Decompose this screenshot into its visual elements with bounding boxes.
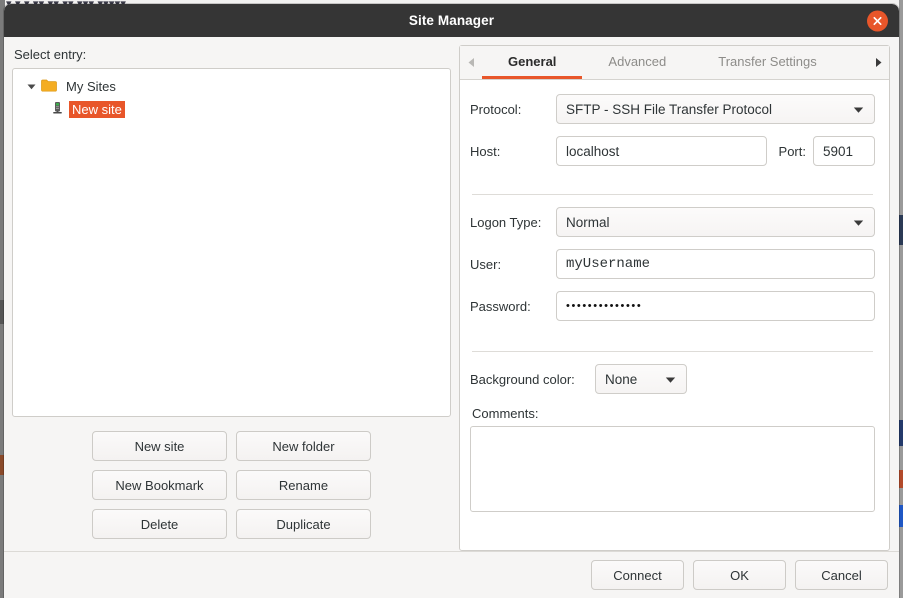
logon-type-select[interactable]: Normal — [556, 207, 875, 237]
user-row: User: — [470, 249, 875, 279]
right-pane: General Advanced Transfer Settings Proto… — [459, 45, 890, 551]
background-window-fleck — [899, 470, 903, 488]
host-row: Host: Port: — [470, 136, 875, 166]
server-icon — [51, 101, 64, 119]
tab-bar: General Advanced Transfer Settings — [460, 46, 889, 80]
chevron-down-icon — [665, 372, 676, 387]
rename-button[interactable]: Rename — [236, 470, 371, 500]
chevron-down-icon — [853, 215, 864, 230]
tree-item-label: New site — [69, 101, 125, 118]
new-site-button[interactable]: New site — [92, 431, 227, 461]
host-label: Host: — [470, 143, 501, 159]
tab-transfer-settings[interactable]: Transfer Settings — [692, 46, 843, 79]
background-window-fleck — [899, 505, 903, 527]
ok-button[interactable]: OK — [693, 560, 786, 590]
left-pane: Select entry: My Sites New site New site… — [4, 37, 459, 551]
port-label: Port: — [778, 143, 806, 159]
tab-general[interactable]: General — [482, 46, 583, 79]
tab-advanced[interactable]: Advanced — [582, 46, 692, 79]
user-input[interactable] — [556, 249, 875, 279]
tree-action-buttons: New site New folder New Bookmark Rename … — [12, 431, 451, 539]
protocol-label: Protocol: — [470, 101, 522, 117]
connect-button[interactable]: Connect — [591, 560, 684, 590]
tab-list: General Advanced Transfer Settings — [482, 46, 867, 79]
chevron-down-icon — [853, 102, 864, 117]
background-color-select[interactable]: None — [595, 364, 687, 394]
tree-item-my-sites[interactable]: My Sites — [13, 75, 450, 98]
background-color-label: Background color: — [470, 371, 575, 387]
close-icon[interactable] — [867, 10, 888, 31]
triangle-right-icon[interactable] — [867, 46, 889, 79]
dialog-titlebar[interactable]: Site Manager — [4, 4, 899, 37]
background-window-fleck — [899, 215, 903, 245]
logon-type-select-value: Normal — [566, 214, 610, 230]
password-input[interactable] — [556, 291, 875, 321]
cancel-button[interactable]: Cancel — [795, 560, 888, 590]
logon-type-label: Logon Type: — [470, 214, 542, 230]
chevron-down-icon[interactable] — [23, 81, 39, 92]
form-separator-1 — [472, 194, 873, 195]
dialog-footer: Connect OK Cancel — [4, 551, 899, 598]
dialog-title: Site Manager — [408, 13, 495, 28]
protocol-row: Protocol: SFTP - SSH File Transfer Proto… — [470, 94, 875, 124]
protocol-select-value: SFTP - SSH File Transfer Protocol — [566, 101, 773, 117]
password-row: Password: — [470, 291, 875, 321]
folder-icon — [41, 79, 57, 95]
comments-label: Comments: — [472, 406, 539, 421]
background-window-fleck — [899, 420, 903, 446]
host-input[interactable] — [556, 136, 767, 166]
site-manager-dialog: Site Manager Select entry: My Sites New … — [4, 4, 899, 598]
port-input[interactable] — [813, 136, 875, 166]
background-color-select-value: None — [605, 371, 638, 387]
new-folder-button[interactable]: New folder — [236, 431, 371, 461]
user-label: User: — [470, 256, 502, 272]
duplicate-button[interactable]: Duplicate — [236, 509, 371, 539]
site-tree[interactable]: My Sites New site — [12, 68, 451, 417]
tree-item-new-site[interactable]: New site — [13, 98, 450, 121]
dialog-body: Select entry: My Sites New site New site… — [4, 37, 899, 551]
select-entry-label: Select entry: — [14, 47, 87, 62]
protocol-select[interactable]: SFTP - SSH File Transfer Protocol — [556, 94, 875, 124]
triangle-left-icon[interactable] — [460, 46, 482, 79]
new-bookmark-button[interactable]: New Bookmark — [92, 470, 227, 500]
password-label: Password: — [470, 298, 531, 314]
form-separator-2 — [472, 351, 873, 352]
delete-button[interactable]: Delete — [92, 509, 227, 539]
tree-item-label: My Sites — [66, 79, 116, 94]
general-tab-form: Protocol: SFTP - SSH File Transfer Proto… — [460, 80, 889, 550]
background-color-row: Background color: None — [470, 364, 875, 394]
logon-type-row: Logon Type: Normal — [470, 207, 875, 237]
comments-textarea[interactable] — [470, 426, 875, 512]
